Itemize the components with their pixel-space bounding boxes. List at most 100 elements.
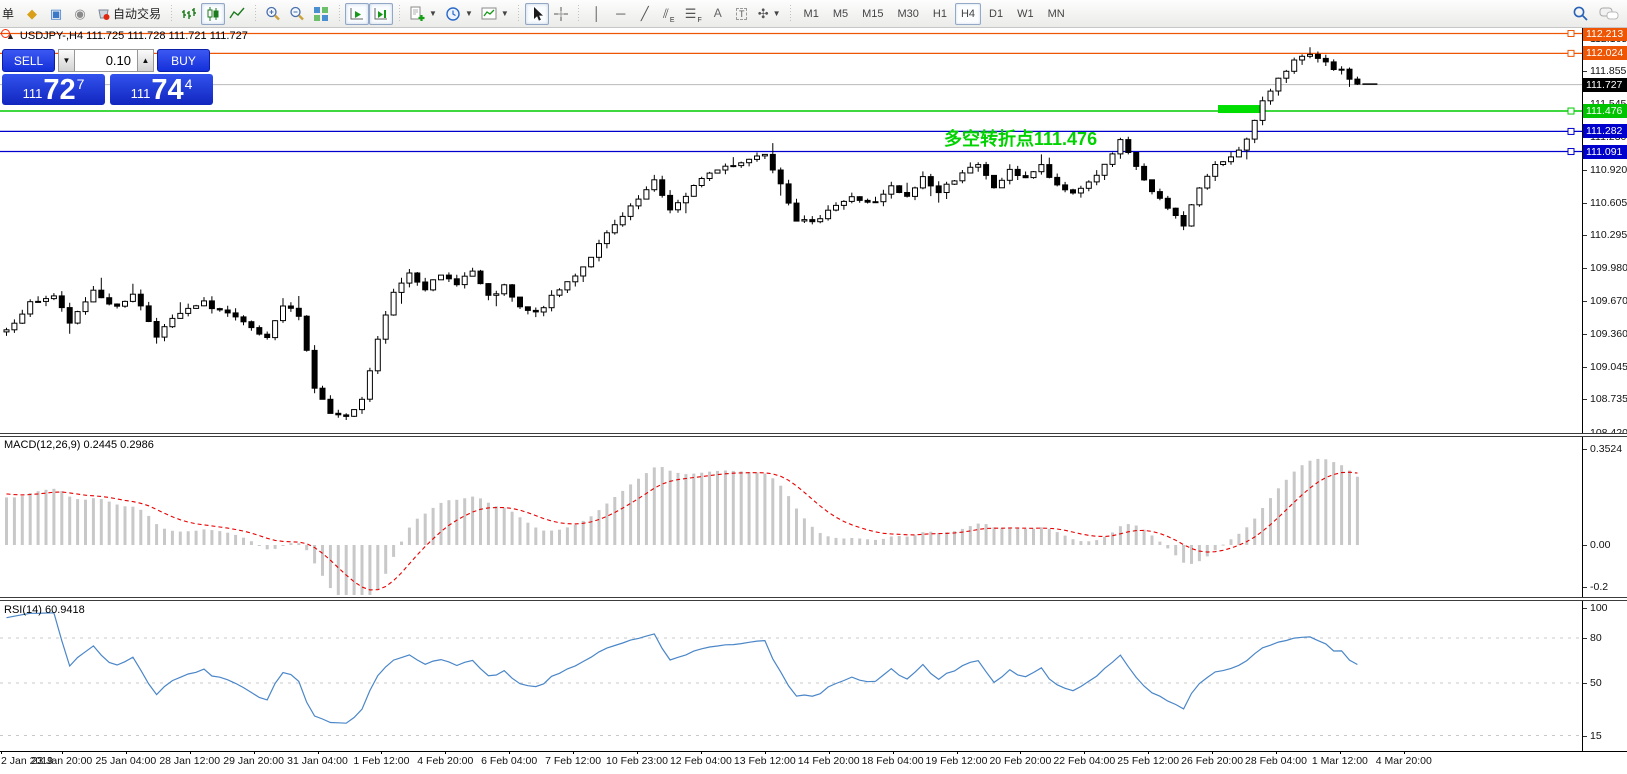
toolbar-separator [516,5,522,23]
timeframe-h4[interactable]: H4 [955,3,981,25]
timeframe-h1[interactable]: H1 [927,3,953,25]
line-handle[interactable] [1568,50,1574,56]
buy-price-box[interactable]: 111 74 4 [110,74,213,105]
time-label: 1 Mar 12:00 [1312,755,1368,767]
chart-shift-icon [373,6,389,22]
time-label: 25 Feb 12:00 [1117,755,1179,767]
signals-button[interactable]: ◉ [68,3,92,25]
arrows-icon: ✣ [758,7,769,20]
main-chart-canvas[interactable] [0,27,1582,433]
time-axis[interactable]: 2 Jan 201923 Jan 20:0025 Jan 04:0028 Jan… [0,754,1627,770]
axis-tick [1583,268,1587,269]
axis-tick [1583,301,1587,302]
sell-button-label: SELL [14,54,43,68]
trendline-tool[interactable]: ╱ [633,3,657,25]
text-tool[interactable]: A [706,3,730,25]
fibonacci-tool[interactable]: ☰F [681,3,706,25]
axis-tick [1583,638,1587,639]
line-handle[interactable] [1568,149,1574,155]
periods-button[interactable]: ▼ [441,3,477,25]
toolbar-separator [576,5,582,23]
buy-price-big: 74 [151,77,183,104]
search-icon[interactable] [1572,5,1589,22]
vertical-line-tool[interactable]: │ [585,3,609,25]
sell-price-sup: 7 [77,76,85,92]
zoom-out-button[interactable] [285,3,309,25]
timeframe-m5[interactable]: M5 [827,3,854,25]
rsi-canvas[interactable] [0,601,1582,751]
timeframe-mn[interactable]: MN [1042,3,1071,25]
bar-chart-button[interactable] [177,3,201,25]
signal-icon: ◉ [74,7,85,20]
timeframe-m1[interactable]: M1 [798,3,825,25]
volume-decrease-button[interactable]: ▼ [58,49,75,72]
time-label: 4 Mar 20:00 [1376,755,1432,767]
price-tick-label: 110.295 [1590,229,1627,241]
time-label: 10 Feb 23:00 [606,755,668,767]
chart-shift-button[interactable] [369,3,393,25]
candlestick-chart-button[interactable] [201,3,225,25]
macd-canvas[interactable] [0,437,1582,597]
clock-icon [445,6,461,22]
text-label-tool[interactable]: T [730,3,754,25]
new-order-button[interactable]: 单 [0,3,20,25]
sell-price-big: 72 [43,77,75,104]
fibonacci-icon: ☰ [685,7,697,20]
candlestick-icon [205,6,221,22]
rsi-tick-label: 15 [1590,730,1602,742]
crosshair-icon [553,6,569,22]
axis-tick [1583,334,1587,335]
panel-separator[interactable] [0,597,1627,601]
timeframe-d1[interactable]: D1 [983,3,1009,25]
highlight-rectangle-object[interactable] [1218,105,1262,113]
sell-button[interactable]: SELL [2,49,55,72]
macd-signal-line [7,472,1358,590]
cursor-button[interactable] [525,3,549,25]
trendline-icon: ╱ [641,7,649,20]
macd-tick-label: 0.3524 [1590,443,1622,455]
sell-price-box[interactable]: 111 72 7 [2,74,105,105]
price-axis[interactable]: 112.165111.855111.545111.230110.920110.6… [1582,27,1627,751]
panel-separator[interactable] [0,433,1627,437]
volume-increase-button[interactable]: ▲ [137,49,154,72]
buy-price-prefix: 111 [131,86,151,101]
chart-title-text: USDJPY-,H4 111.725 111.728 111.721 111.7… [20,30,248,42]
line-handle[interactable] [1568,128,1574,134]
cursor-icon [529,6,545,22]
templates-button[interactable]: ▼ [477,3,513,25]
timeframe-m30[interactable]: M30 [892,3,925,25]
channel-icon: ⫽ [663,7,669,20]
toolbar-separator [396,5,402,23]
volume-input[interactable]: 0.10 [75,49,137,72]
channel-tool[interactable]: ⫽E [657,3,681,25]
timeframe-w1[interactable]: W1 [1011,3,1040,25]
line-chart-button[interactable] [225,3,249,25]
time-label: 20 Feb 20:00 [989,755,1051,767]
line-handle[interactable] [1568,108,1574,114]
window-chart-icon: ▣ [50,7,62,20]
chat-icon[interactable] [1599,6,1619,22]
buy-button[interactable]: BUY [157,49,210,72]
line-handle[interactable] [1568,31,1574,37]
rsi-line [7,613,1358,723]
market-watch-button[interactable]: ◆ [20,3,44,25]
auto-scroll-button[interactable] [345,3,369,25]
indicators-button[interactable]: ▼ [405,3,441,25]
zoom-in-button[interactable] [261,3,285,25]
price-tick-label: 109.980 [1590,262,1627,274]
template-icon [481,6,497,22]
toolbar-separator [788,5,794,23]
tile-windows-button[interactable] [309,3,333,25]
arrows-tool[interactable]: ✣▼ [754,3,785,25]
axis-tick [1583,683,1587,684]
rsi-label: RSI(14) 60.9418 [4,604,85,616]
one-click-trade-panel: SELL ▼ 0.10 ▲ BUY 111 72 7 111 74 4 [2,49,216,105]
price-badge: 111.282 [1583,124,1627,138]
autotrading-button[interactable]: 自动交易 [92,3,165,25]
timeframe-m15[interactable]: M15 [856,3,889,25]
axis-tick [1583,449,1587,450]
time-label: 28 Jan 12:00 [159,755,220,767]
data-window-button[interactable]: ▣ [44,3,68,25]
horizontal-line-tool[interactable]: ─ [609,3,633,25]
crosshair-button[interactable] [549,3,573,25]
